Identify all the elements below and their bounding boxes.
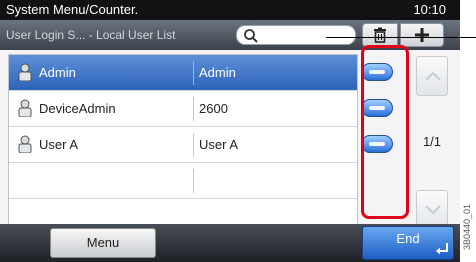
login-name: 2600 — [199, 101, 228, 116]
login-name: Admin — [199, 65, 236, 80]
enter-icon — [436, 243, 448, 255]
user-row-admin[interactable]: Admin Admin — [9, 55, 357, 91]
delete-button[interactable] — [362, 23, 398, 47]
login-name: User A — [199, 137, 239, 152]
chevron-down-icon — [425, 205, 441, 215]
page-up-button[interactable] — [416, 56, 448, 96]
menu-button[interactable]: Menu — [50, 228, 156, 258]
column-divider — [193, 169, 194, 193]
user-name: DeviceAdmin — [39, 101, 116, 116]
device-panel-screen: System Menu/Counter. 10:10 User Login S.… — [0, 0, 460, 262]
user-row-empty — [9, 163, 357, 199]
highlight-frame — [361, 45, 409, 219]
pager: 1/1 — [412, 54, 452, 234]
screen-title: System Menu/Counter. — [6, 2, 139, 17]
breadcrumb: User Login S... - Local User List — [6, 28, 176, 42]
user-name: User A — [39, 137, 79, 152]
bottom-bar: Menu End — [0, 224, 460, 262]
end-button[interactable]: End — [362, 226, 454, 260]
user-list: Admin Admin DeviceAdmin 2600 User A User… — [8, 54, 358, 234]
user-icon — [18, 135, 32, 153]
trash-icon — [374, 27, 386, 43]
user-icon — [18, 63, 32, 81]
callout-line — [326, 37, 476, 38]
column-divider — [193, 133, 194, 157]
user-row-user-a[interactable]: User A User A — [9, 127, 357, 163]
user-icon — [18, 99, 32, 117]
plus-icon — [415, 28, 429, 42]
clock: 10:10 — [413, 2, 446, 17]
add-user-button[interactable] — [400, 23, 444, 47]
end-button-label: End — [396, 231, 420, 246]
search-icon — [244, 29, 258, 43]
column-divider — [193, 97, 194, 121]
user-row-deviceadmin[interactable]: DeviceAdmin 2600 — [9, 91, 357, 127]
column-divider — [193, 61, 194, 85]
page-indicator: 1/1 — [422, 134, 442, 149]
search-input[interactable] — [236, 25, 356, 45]
chevron-up-icon — [425, 71, 441, 81]
title-bar: System Menu/Counter. 10:10 — [0, 0, 460, 20]
user-name: Admin — [39, 65, 76, 80]
reference-code: 3B0440_01 — [462, 203, 472, 250]
